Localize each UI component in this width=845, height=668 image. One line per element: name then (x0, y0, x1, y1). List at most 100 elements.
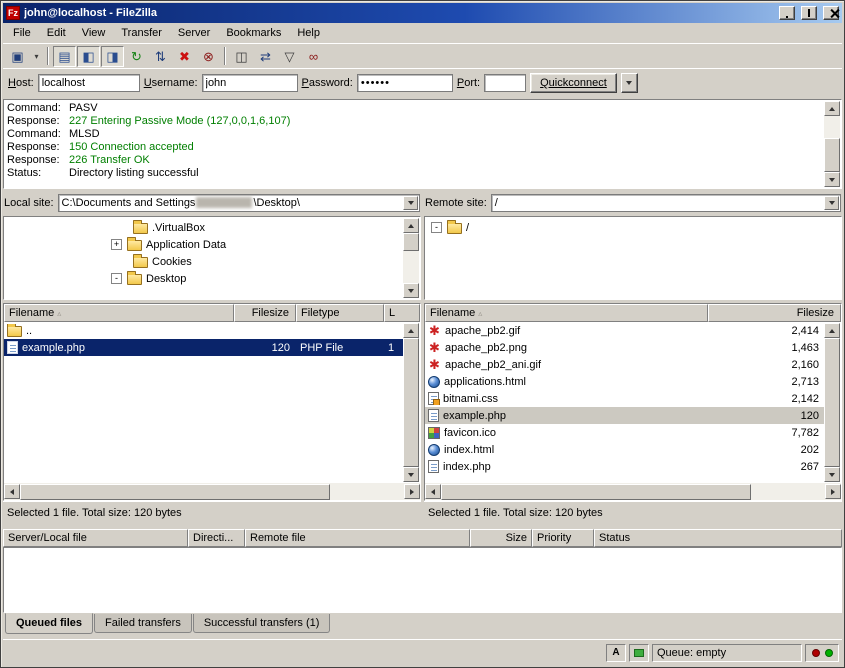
column-header-filetype[interactable]: Filetype (296, 304, 384, 322)
remote-path-combobox[interactable]: / (491, 194, 841, 212)
transfer-type-indicator[interactable]: A (606, 644, 626, 662)
tree-item[interactable]: -/ (425, 219, 823, 236)
menu-view[interactable]: View (74, 25, 114, 41)
queue-list[interactable] (3, 547, 842, 613)
toggle-message-log-button[interactable]: ▤ (53, 46, 76, 67)
scroll-down-button[interactable] (403, 467, 419, 482)
column-header-lastmodified[interactable]: L (384, 304, 420, 322)
list-item[interactable]: index.php267 (425, 458, 825, 475)
scroll-thumb[interactable] (20, 484, 330, 500)
tree-item[interactable]: +Application Data (4, 236, 402, 253)
remote-path-dropdown-button[interactable] (824, 196, 839, 210)
scroll-thumb[interactable] (824, 338, 840, 467)
scroll-down-button[interactable] (824, 467, 840, 482)
synchronized-browsing-icon: ⇄ (260, 50, 271, 63)
toggle-remote-tree-button[interactable]: ◨ (101, 46, 124, 67)
port-input[interactable] (484, 74, 526, 92)
column-header-direction[interactable]: Directi... (188, 529, 245, 547)
list-item[interactable]: index.html202 (425, 441, 825, 458)
tree-item[interactable]: .VirtualBox (4, 219, 402, 236)
local-tree-scrollbar[interactable] (403, 218, 419, 298)
process-queue-icon: ⇅ (155, 50, 166, 63)
expander-icon[interactable]: - (111, 273, 122, 284)
scroll-left-button[interactable] (425, 484, 441, 499)
quickconnect-button[interactable]: Quickconnect (530, 73, 617, 93)
scroll-down-button[interactable] (403, 283, 419, 298)
menu-edit[interactable]: Edit (39, 25, 74, 41)
compare-directories-button[interactable]: ◫ (230, 46, 253, 67)
password-input[interactable] (357, 74, 453, 92)
toggle-local-tree-button[interactable]: ◧ (77, 46, 100, 67)
list-item[interactable]: apache_pb2.png1,463 (425, 339, 825, 356)
tree-item[interactable]: -Desktop (4, 270, 402, 287)
tab-failed-transfers[interactable]: Failed transfers (94, 614, 192, 633)
process-queue-button[interactable]: ⇅ (149, 46, 172, 67)
list-item[interactable]: apache_pb2.gif2,414 (425, 322, 825, 339)
scroll-up-button[interactable] (824, 101, 840, 116)
log-scrollbar[interactable] (824, 101, 840, 187)
column-header-remote-file[interactable]: Remote file (245, 529, 470, 547)
site-manager-dropdown-button[interactable]: ▾ (30, 46, 43, 67)
list-item[interactable]: favicon.ico7,782 (425, 424, 825, 441)
scroll-right-button[interactable] (825, 484, 841, 499)
image-file-icon (428, 358, 441, 371)
scroll-up-button[interactable] (824, 323, 840, 338)
close-button[interactable] (823, 6, 839, 20)
maximize-button[interactable] (801, 6, 817, 20)
column-header-priority[interactable]: Priority (532, 529, 594, 547)
scroll-down-button[interactable] (824, 172, 840, 187)
scroll-up-button[interactable] (403, 218, 419, 233)
remote-list-scrollbar[interactable] (824, 323, 840, 482)
local-list-scrollbar[interactable] (403, 323, 419, 482)
cancel-button[interactable]: ✖ (173, 46, 196, 67)
list-item[interactable]: applications.html2,713 (425, 373, 825, 390)
expander-icon[interactable]: + (111, 239, 122, 250)
site-manager-button[interactable]: ▣ (6, 46, 29, 67)
column-header-filename[interactable]: Filename▵ (4, 304, 234, 322)
menu-file[interactable]: File (5, 25, 39, 41)
connection-indicator[interactable] (629, 644, 649, 662)
disconnect-button[interactable]: ⊗ (197, 46, 220, 67)
log-line: Status:Directory listing successful (7, 167, 821, 180)
scroll-thumb[interactable] (824, 138, 840, 172)
list-item-selected[interactable]: example.php 120 PHP File 1 (4, 339, 404, 356)
quickconnect-dropdown-button[interactable] (621, 73, 638, 93)
expander-icon[interactable]: - (431, 222, 442, 233)
directory-filter-button[interactable]: ▽ (278, 46, 301, 67)
list-item[interactable]: bitnami.css2,142 (425, 390, 825, 407)
column-header-filename[interactable]: Filename▵ (425, 304, 708, 322)
host-input[interactable] (38, 74, 140, 92)
synchronized-browsing-button[interactable]: ⇄ (254, 46, 277, 67)
local-horizontal-scrollbar[interactable] (4, 483, 420, 500)
column-header-filesize[interactable]: Filesize (234, 304, 296, 322)
scroll-thumb[interactable] (403, 233, 419, 251)
menu-bookmarks[interactable]: Bookmarks (218, 25, 289, 41)
column-header-status[interactable]: Status (594, 529, 842, 547)
find-files-button[interactable]: ∞ (302, 46, 325, 67)
sort-ascending-icon: ▵ (478, 309, 482, 318)
remote-horizontal-scrollbar[interactable] (425, 483, 841, 500)
scroll-thumb[interactable] (441, 484, 751, 500)
menu-help[interactable]: Help (289, 25, 328, 41)
local-path-dropdown-button[interactable] (403, 196, 418, 210)
tree-item[interactable]: Cookies (4, 253, 402, 270)
arrow-up-icon (408, 329, 414, 333)
column-header-server-local-file[interactable]: Server/Local file (3, 529, 188, 547)
list-item[interactable]: apache_pb2_ani.gif2,160 (425, 356, 825, 373)
column-header-size[interactable]: Size (470, 529, 532, 547)
scroll-right-button[interactable] (404, 484, 420, 499)
local-path-combobox[interactable]: C:\Documents and Settings\Desktop\ (58, 194, 420, 212)
tab-queued-files[interactable]: Queued files (5, 613, 93, 634)
tab-successful-transfers[interactable]: Successful transfers (1) (193, 614, 331, 633)
column-header-filesize[interactable]: Filesize (708, 304, 841, 322)
username-input[interactable] (202, 74, 298, 92)
menu-transfer[interactable]: Transfer (113, 25, 170, 41)
minimize-button[interactable] (779, 6, 795, 20)
refresh-button[interactable]: ↻ (125, 46, 148, 67)
scroll-up-button[interactable] (403, 323, 419, 338)
list-item-selected[interactable]: example.php120 (425, 407, 825, 424)
scroll-thumb[interactable] (403, 338, 419, 467)
menu-server[interactable]: Server (170, 25, 218, 41)
scroll-left-button[interactable] (4, 484, 20, 499)
list-item-parent-dir[interactable]: .. (4, 322, 404, 339)
